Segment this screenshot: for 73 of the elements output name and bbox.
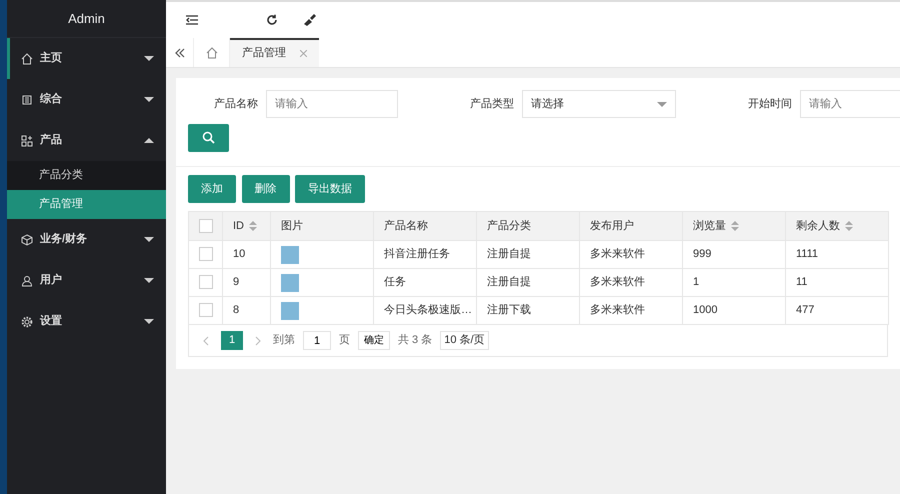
sidebar-item[interactable]: 产品 (7, 120, 166, 161)
table-cell: 477 (796, 304, 814, 316)
sort-icon[interactable] (249, 220, 257, 231)
page-input[interactable]: 1 (303, 331, 331, 350)
home-icon (21, 52, 33, 64)
page-button[interactable]: 1 (221, 331, 243, 350)
table-cell: 多米来软件 (590, 304, 645, 316)
column-header-cell[interactable]: 剩余人数 (786, 212, 888, 240)
column-header-cell: 发布用户 (580, 212, 682, 240)
select-field[interactable]: 请选择 (522, 90, 676, 118)
table-cell: 多米来软件 (590, 276, 645, 288)
refresh-icon[interactable] (266, 14, 278, 26)
table-cell: 9 (233, 276, 240, 288)
photo-placeholder (281, 274, 299, 292)
pager-label: 到第 (273, 333, 295, 348)
column-header-cell[interactable]: 浏览量 (682, 212, 786, 240)
sidebar-item[interactable]: 用户 (7, 260, 166, 301)
table-cell: 注册自提 (487, 248, 531, 260)
checkbox[interactable] (199, 275, 213, 290)
table-cell: 任务 (384, 276, 406, 288)
chevron-left-icon[interactable] (203, 336, 209, 346)
table-cell: 注册自提 (487, 276, 531, 288)
column-header-cell: 产品名称 (374, 212, 476, 240)
action-button[interactable]: 导出数据 (295, 175, 365, 203)
confirm-button[interactable]: 确定 (358, 331, 390, 350)
settings-icon (21, 316, 33, 328)
sidebar-item[interactable]: 综合 (7, 79, 166, 120)
user-icon (21, 274, 33, 286)
sort-icon[interactable] (731, 220, 739, 231)
chevron-right-icon[interactable] (255, 336, 261, 346)
close-icon[interactable] (300, 50, 307, 57)
cube-icon (21, 234, 33, 246)
page-tab[interactable]: 产品管理 (230, 38, 319, 67)
table-cell: 1111 (796, 248, 818, 260)
pager-label: 页 (339, 333, 350, 348)
menu-icon[interactable] (186, 15, 198, 25)
sidebar-subitem[interactable]: 产品管理 (7, 190, 166, 219)
field-label: 开始时间 (747, 96, 793, 112)
sidebar-subitem[interactable]: 产品分类 (7, 161, 166, 190)
table-cell: 注册下载 (487, 304, 531, 316)
checkbox[interactable] (199, 303, 213, 318)
field-label: 产品类型 (469, 96, 515, 112)
search-icon (202, 131, 215, 144)
column-header-cell[interactable]: ID (222, 212, 270, 240)
table-cell: 11 (796, 276, 808, 288)
table-cell: 1000 (693, 304, 718, 316)
page-size-select[interactable]: 10 条/页 (440, 331, 489, 350)
photo-placeholder (281, 302, 299, 320)
table-cell: 999 (693, 248, 712, 260)
sidebar-item[interactable]: 业务/财务 (7, 219, 166, 260)
table-cell: 抖音注册任务 (384, 248, 450, 260)
grid-icon (21, 134, 33, 146)
brush-icon[interactable] (303, 14, 316, 26)
action-button[interactable]: 删除 (242, 175, 290, 203)
sidebar-item[interactable]: 设置 (7, 301, 166, 342)
table-cell: 今日头条极速版… (384, 304, 472, 316)
column-header-cell: 图片 (270, 212, 374, 240)
total-count: 共 3 条 (398, 333, 432, 348)
input-field[interactable]: 请输入 (800, 90, 900, 118)
checkbox[interactable] (199, 218, 213, 233)
table-cell: 1 (693, 276, 700, 288)
action-button[interactable]: 添加 (188, 175, 236, 203)
sort-icon[interactable] (845, 220, 853, 231)
table-cell: 8 (233, 304, 240, 316)
checkbox[interactable] (199, 247, 213, 262)
field-label: 产品名称 (213, 96, 259, 112)
search-button[interactable] (188, 124, 229, 152)
table-cell: 多米来软件 (590, 248, 645, 260)
column-header-cell: 产品分类 (476, 212, 580, 240)
input-field[interactable]: 请输入 (266, 90, 398, 118)
photo-placeholder (281, 246, 299, 264)
table-cell: 10 (233, 248, 246, 260)
document-icon (21, 94, 33, 106)
